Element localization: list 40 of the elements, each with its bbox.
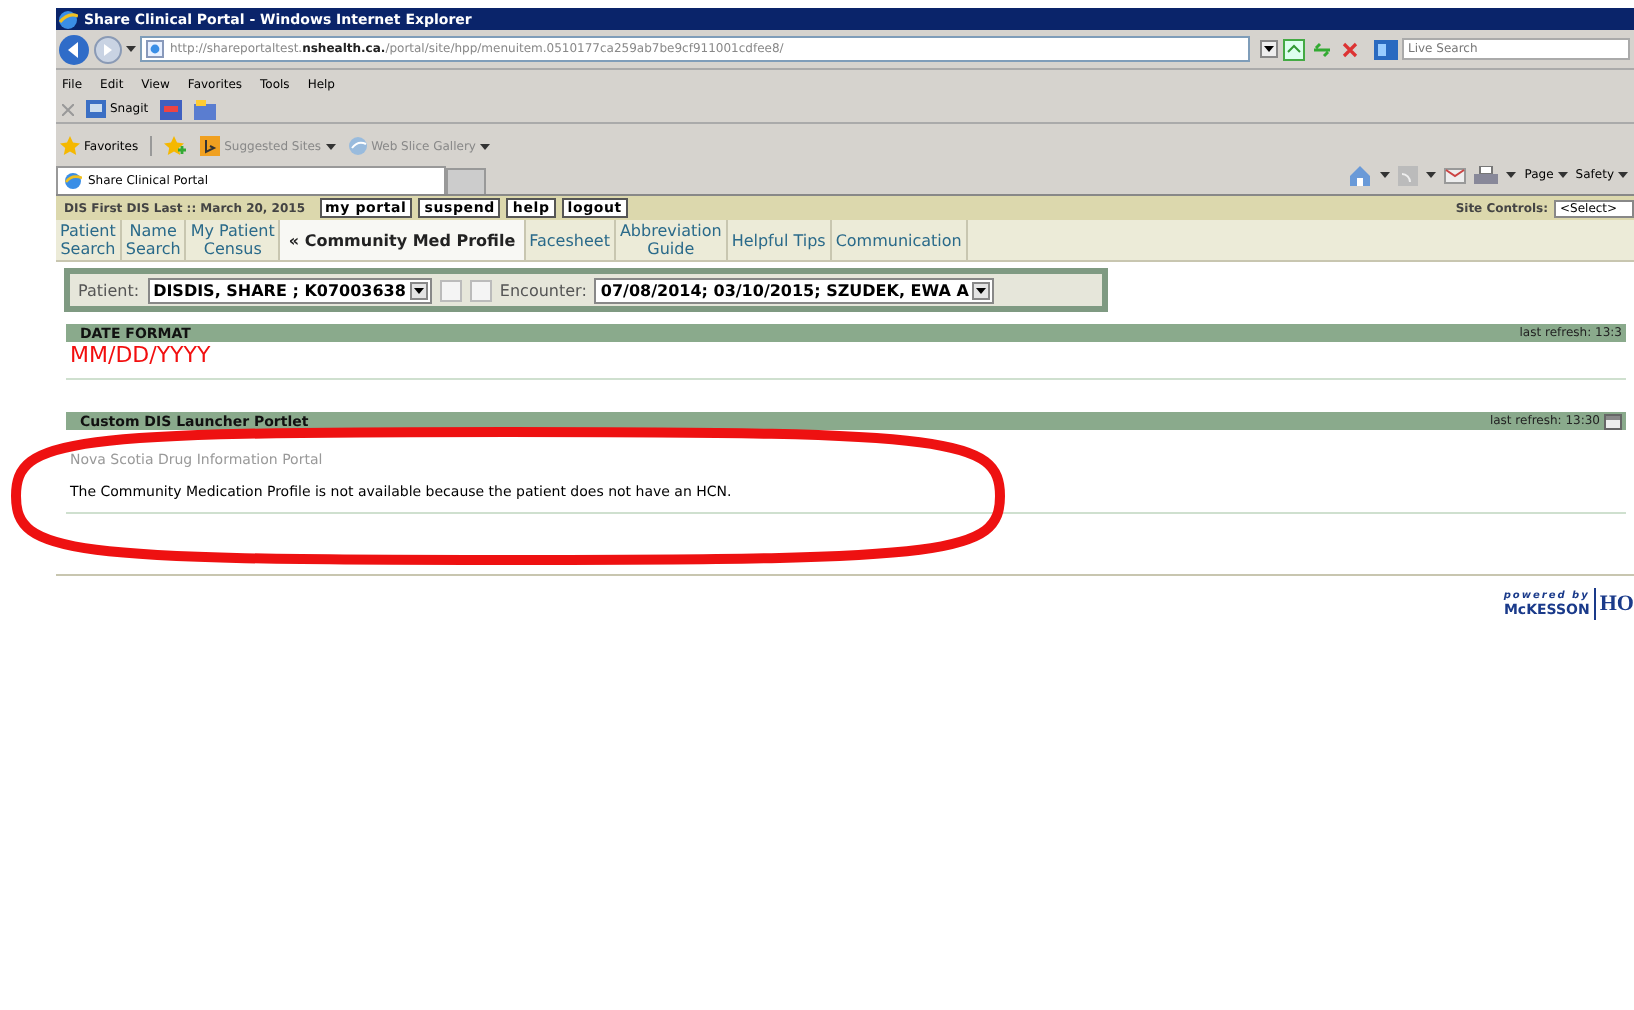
back-icon[interactable] <box>58 33 90 65</box>
date-format-text: MM/DD/YYYY <box>70 342 213 370</box>
encounter-select[interactable]: 07/08/2014; 03/10/2015; SZUDEK, EWA A <box>594 277 995 303</box>
browser-icon <box>58 9 78 29</box>
portal-tab[interactable]: Helpful Tips <box>727 220 832 260</box>
window-icon[interactable] <box>1604 413 1622 429</box>
caret-icon[interactable] <box>126 46 136 52</box>
portal-tab[interactable]: Facesheet <box>525 220 616 260</box>
star-icon <box>60 136 80 156</box>
portal-tab[interactable]: Abbreviation Guide <box>615 220 728 260</box>
folder-icon[interactable] <box>194 99 217 119</box>
editor-icon[interactable] <box>160 99 183 119</box>
caret-icon[interactable] <box>325 143 336 149</box>
portal-tab[interactable]: Patient Search <box>56 220 122 260</box>
caret-icon[interactable] <box>1426 172 1437 178</box>
caret-icon[interactable] <box>1618 172 1628 178</box>
portal-tab[interactable]: « Community Med Profile <box>280 220 526 260</box>
close-icon[interactable] <box>1338 37 1362 61</box>
mail-icon[interactable] <box>1444 167 1467 183</box>
print-icon[interactable] <box>1474 165 1499 185</box>
dropdown-icon[interactable] <box>1260 40 1278 58</box>
caret-icon[interactable] <box>1380 172 1391 178</box>
dropdown-icon[interactable] <box>409 281 428 299</box>
search-engine-icon[interactable] <box>1374 39 1398 59</box>
dropdown-icon[interactable] <box>972 281 991 299</box>
portal-tab[interactable]: Name Search <box>121 220 187 260</box>
caret-icon[interactable] <box>479 143 490 149</box>
patient-select[interactable]: DISDIS, SHARE ; K07003638 <box>147 277 432 303</box>
brand-name: HO <box>1599 592 1634 616</box>
browser-icon <box>64 172 82 190</box>
patient-label: Patient: <box>78 281 140 299</box>
bing-icon <box>200 136 221 156</box>
encounter-label: Encounter: <box>499 281 587 299</box>
portal-tab[interactable]: Communication <box>831 220 968 260</box>
caret-icon[interactable] <box>1557 172 1568 178</box>
caret-icon[interactable] <box>1506 172 1517 178</box>
page-icon <box>146 40 164 58</box>
globe-icon <box>347 136 368 156</box>
portal-tab[interactable]: My Patient Census <box>186 220 281 260</box>
capture-icon <box>86 100 106 118</box>
